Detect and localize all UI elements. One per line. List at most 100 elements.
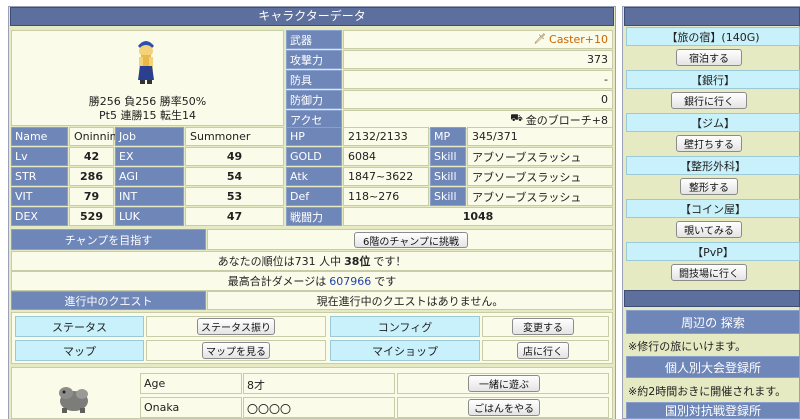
damage-value: 607966 (329, 274, 372, 288)
config-label: コンフィグ (330, 316, 480, 337)
hp-label: HP (286, 127, 342, 146)
bank-label: 【銀行】 (626, 70, 800, 89)
nation-battle-header[interactable]: 国別対抗戦登録所 (626, 402, 800, 419)
str-value: 286 (69, 167, 114, 186)
coin-shop-button[interactable]: 覗いてみる (676, 221, 742, 238)
skill-value-3: アブソーブスラッシュ (467, 187, 613, 206)
mp-value: 345/371 (467, 127, 613, 146)
rank-row: あなたの順位は731 人中 38位 です！ (11, 251, 613, 271)
pet-age-value: 8才 (247, 379, 265, 392)
rank-suffix: です！ (373, 255, 407, 268)
tournament-header[interactable]: 個人別大会登録所 (626, 356, 800, 378)
feed-button[interactable]: ごはんをやる (468, 399, 540, 416)
record-line-2: Pt5 連勝15 転生14 (99, 109, 196, 122)
gold-value: 6084 (343, 147, 429, 166)
pet-age-value-cell (243, 373, 395, 394)
play-together-button[interactable]: 一緒に遊ぶ (468, 375, 540, 392)
skill-value-1: アブソーブスラッシュ (467, 147, 613, 166)
job-value: Summoner (185, 127, 284, 146)
pet-sprite-icon (59, 387, 88, 413)
pet-onaka-value: 〇〇〇〇 (247, 403, 291, 416)
map-label: マップ (15, 340, 144, 361)
skill-label-2: Skill (430, 167, 466, 186)
cart-icon: ⛟ (510, 113, 523, 124)
luk-value: 47 (185, 207, 284, 226)
dex-label: DEX (11, 207, 68, 226)
config-change-button[interactable]: 変更する (512, 318, 574, 335)
inn-label: 【旅の宿】(140G) (626, 27, 800, 46)
damage-prefix: 最高合計ダメージは (227, 275, 327, 288)
attack-value: 373 (343, 50, 613, 69)
armor-label: 防具 (286, 70, 342, 89)
skill-value-2: アブソーブスラッシュ (467, 167, 613, 186)
quest-header: 進行中のクエスト (11, 291, 206, 310)
myshop-label: マイショップ (330, 340, 480, 361)
weapon-label: 武器 (286, 30, 342, 49)
challenge-champ-button[interactable]: 6階のチャンプに挑戦 (354, 232, 468, 248)
vit-label: VIT (11, 187, 68, 206)
surgery-button[interactable]: 整形する (680, 178, 738, 195)
arena-button[interactable]: 闘技場に行く (671, 264, 747, 281)
power-value: 1048 (343, 207, 613, 226)
skill-label-1: Skill (430, 147, 466, 166)
status-allocate-button[interactable]: ステータス振り (197, 318, 275, 335)
view-map-button[interactable]: マップを見る (202, 342, 270, 359)
int-label: INT (115, 187, 184, 206)
gold-label: GOLD (286, 147, 342, 166)
explore-text: ※修行の旅にいけます。 (628, 340, 747, 353)
def-label: Def (286, 187, 342, 206)
ex-label: EX (115, 147, 184, 166)
vit-value: 79 (69, 187, 114, 206)
avatar (130, 36, 162, 86)
lv-label: Lv (11, 147, 68, 166)
sidebar-divider-bar (624, 290, 800, 307)
inn-stay-button[interactable]: 宿泊する (676, 49, 742, 66)
agi-value: 54 (185, 167, 284, 186)
atk-label: Atk (286, 167, 342, 186)
rank-value: 38位 (344, 255, 371, 268)
agi-label: AGI (115, 167, 184, 186)
page-title: キャラクターデータ (10, 7, 614, 26)
weapon-value-cell: 🗡 Caster+10 (343, 30, 613, 49)
accessory-value: 金のブローチ+8 (525, 113, 608, 127)
job-label: Job (115, 127, 184, 146)
defense-value: 0 (343, 90, 613, 109)
pet-age-label: Age (144, 377, 166, 390)
str-label: STR (11, 167, 68, 186)
champ-header: チャンプを目指す (11, 229, 206, 250)
rank-prefix: あなたの順位は731 人中 (217, 255, 342, 268)
lv-value: 42 (69, 147, 114, 166)
def-value: 118~276 (343, 187, 429, 206)
gym-train-button[interactable]: 壁打ちする (676, 135, 742, 152)
wand-icon: 🗡 (533, 34, 547, 45)
name-label: Name (11, 127, 68, 146)
name-value: Oninnin (69, 127, 117, 146)
gym-label: 【ジム】 (626, 113, 800, 132)
character-sprite-icon (138, 41, 154, 84)
dex-value: 529 (69, 207, 114, 226)
pet-onaka-label: Onaka (144, 401, 180, 414)
atk-value: 1847~3622 (343, 167, 429, 186)
go-shop-button[interactable]: 店に行く (517, 342, 569, 359)
bank-go-button[interactable]: 銀行に行く (671, 92, 747, 109)
damage-row: 最高合計ダメージは 607966 です (11, 271, 613, 291)
coin-shop-label: 【コイン屋】 (626, 199, 800, 218)
sidebar-top-bar (624, 7, 800, 26)
armor-value: - (343, 70, 613, 89)
weapon-value: Caster+10 (549, 33, 608, 46)
tournament-text: ※約2時間おきに開催されます。 (628, 385, 787, 398)
attack-label: 攻撃力 (286, 50, 342, 69)
luk-label: LUK (115, 207, 184, 226)
quest-text: 現在進行中のクエストはありません。 (207, 291, 613, 310)
mp-label: MP (430, 127, 466, 146)
status-label: ステータス (15, 316, 144, 337)
hp-value: 2132/2133 (343, 127, 429, 146)
damage-suffix: です (374, 275, 397, 288)
power-label: 戦闘力 (286, 207, 342, 226)
explore-header[interactable]: 周辺の 探索 (626, 310, 800, 334)
ex-value: 49 (185, 147, 284, 166)
pet-avatar (52, 381, 96, 415)
surgery-label: 【整形外科】 (626, 156, 800, 175)
pvp-label: 【PvP】 (626, 242, 800, 261)
skill-label-3: Skill (430, 187, 466, 206)
